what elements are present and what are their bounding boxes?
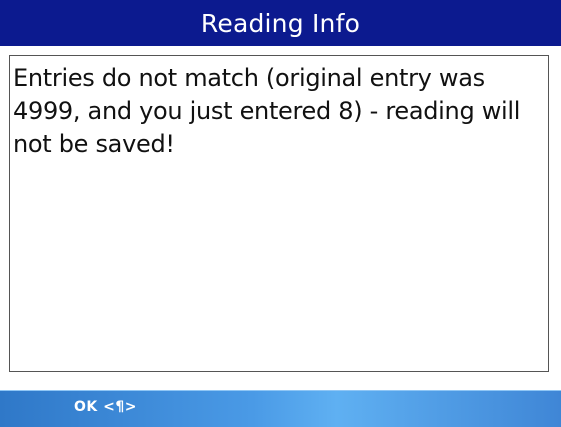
message-text: Entries do not match (original entry was… — [13, 64, 521, 158]
ok-softkey-button[interactable]: OK <¶> — [74, 399, 137, 415]
softkey-bar: OK <¶> — [0, 390, 561, 427]
title-bar: Reading Info — [0, 0, 561, 46]
window-title: Reading Info — [200, 8, 361, 38]
message-box: Entries do not match (original entry was… — [9, 55, 549, 372]
